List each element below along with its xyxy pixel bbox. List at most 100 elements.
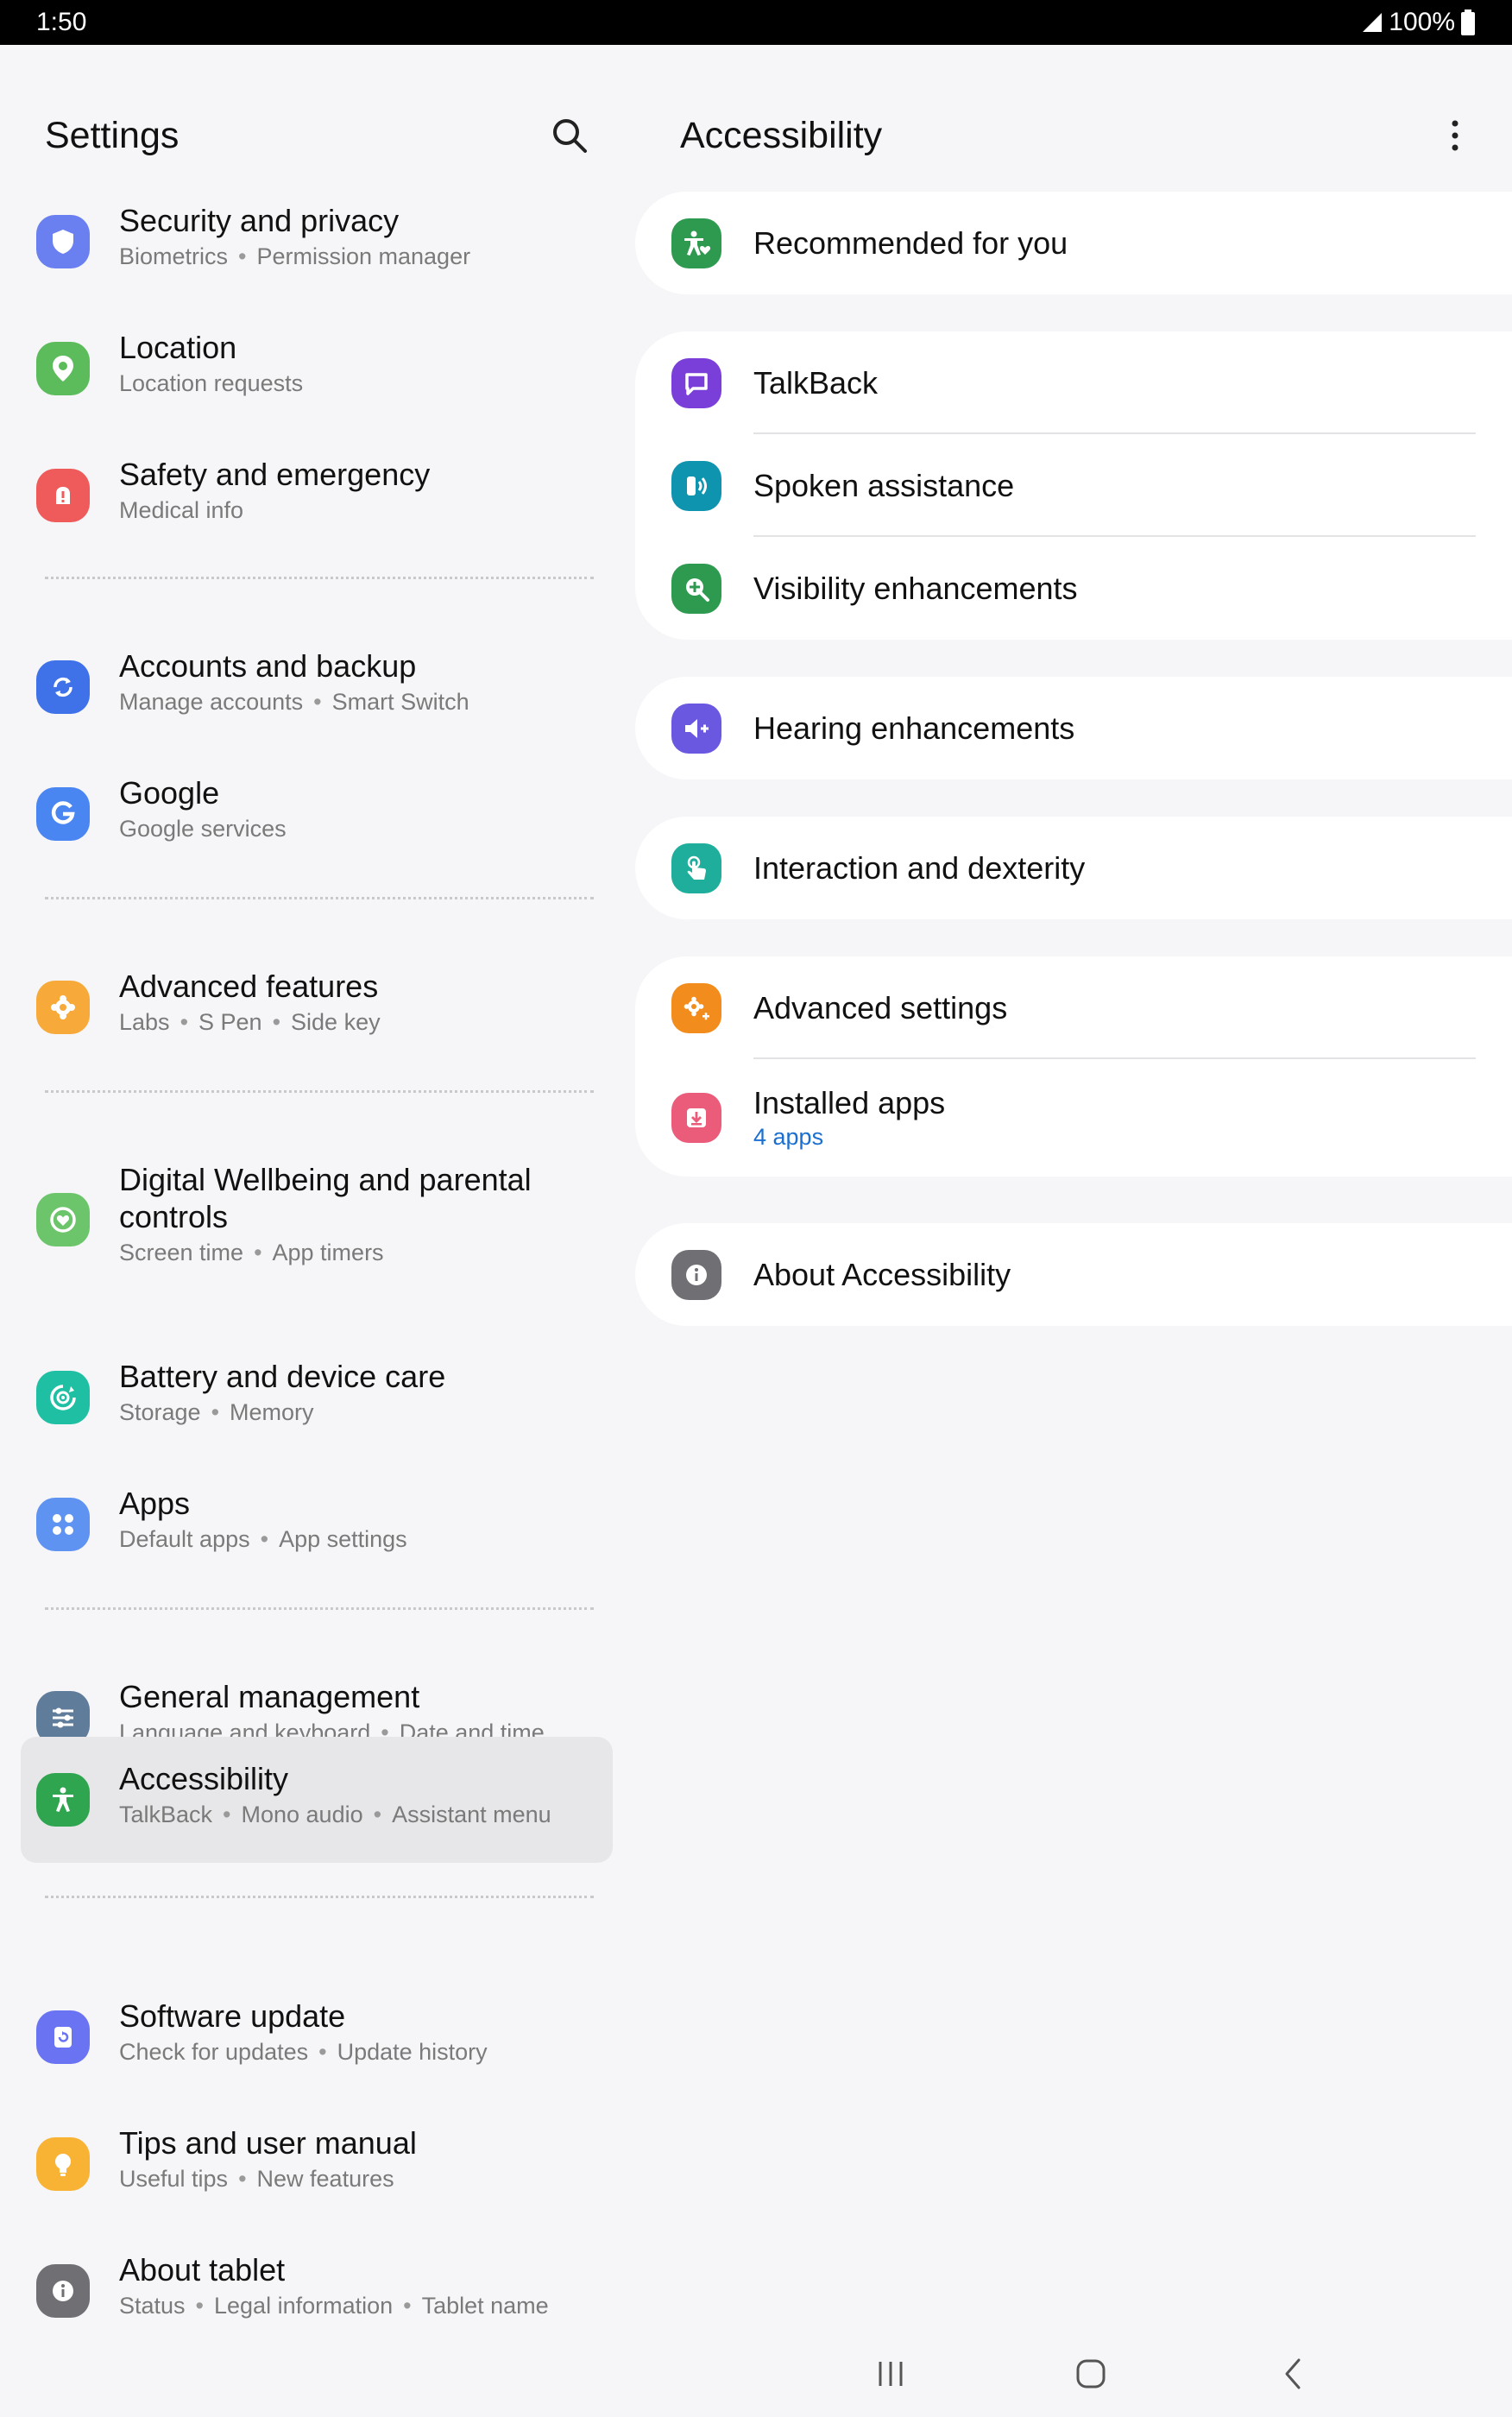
settings-item-title: Battery and device care [119, 1359, 446, 1394]
settings-item-subtitle: Location requests [119, 370, 304, 396]
settings-item-title: Safety and emergency [119, 457, 431, 492]
recent-apps-button[interactable] [856, 2348, 925, 2400]
spoken-assistance-icon [671, 460, 721, 511]
settings-item-subtitle: Biometrics • Permission manager [119, 243, 471, 269]
row-title: About Accessibility [753, 1256, 1011, 1292]
accessibility-header: Accessibility [680, 105, 1483, 166]
settings-title: Settings [45, 114, 180, 156]
settings-item-subtitle: Storage • Memory [119, 1399, 314, 1425]
navigation-bar [0, 2331, 1512, 2417]
settings-item-subtitle: Status • Legal information • Tablet name [119, 2293, 549, 2319]
accessibility-person-icon [36, 1773, 90, 1827]
card-hearing: Hearing enhancements [635, 677, 1512, 779]
back-button[interactable] [1258, 2348, 1327, 2400]
settings-item-subtitle: Default apps • App settings [119, 1526, 407, 1552]
installed-apps-icon [671, 1093, 721, 1143]
hearing-speaker-icon [671, 703, 721, 754]
settings-item-subtitle: Labs • S Pen • Side key [119, 1009, 381, 1035]
card-interaction: Interaction and dexterity [635, 817, 1512, 919]
status-indicators: 100% [1361, 8, 1476, 37]
row-title: Hearing enhancements [753, 710, 1075, 746]
installed-apps-count: 4 apps [753, 1124, 824, 1150]
card-recommended: Recommended for you [635, 192, 1512, 294]
row-recommended-for-you[interactable]: Recommended for you [635, 192, 1512, 294]
more-vertical-icon [1452, 120, 1458, 151]
location-pin-icon [36, 342, 90, 395]
settings-item-title: Apps [119, 1486, 191, 1521]
info-icon [36, 2264, 90, 2318]
google-g-icon [36, 787, 90, 841]
row-hearing-enhancements[interactable]: Hearing enhancements [635, 677, 1512, 779]
row-visibility-enhancements[interactable]: Visibility enhancements [635, 537, 1512, 640]
card-about: About Accessibility [635, 1223, 1512, 1326]
row-about-accessibility[interactable]: About Accessibility [635, 1223, 1512, 1326]
settings-item-accessibility[interactable]: Accessibility TalkBack • Mono audio • Assist… [21, 1737, 613, 1863]
row-talkback[interactable]: TalkBack [635, 331, 1512, 434]
search-icon [553, 119, 587, 153]
accessibility-person-icon [671, 218, 721, 268]
status-bar: 1:50 100% [0, 0, 1512, 45]
settings-item-subtitle: Manage accounts • Smart Switch [119, 689, 469, 715]
settings-item-advanced-features[interactable]: Advanced features Labs • S Pen • Side key [21, 954, 613, 1061]
recent-apps-icon [879, 2362, 903, 2386]
talkback-icon [671, 357, 721, 408]
settings-item-subtitle: Check for updates • Update history [119, 2039, 488, 2065]
settings-item-accounts-and-backup[interactable]: Accounts and backup Manage accounts • Smar… [21, 634, 613, 741]
page-title: Accessibility [680, 114, 883, 156]
back-chevron-icon [1285, 2358, 1301, 2389]
card-advanced: Advanced settings Installed apps 4 apps [635, 956, 1512, 1177]
battery-icon [1461, 9, 1475, 35]
settings-item-battery-and-device-care[interactable]: Battery and device care Storage • Memory [21, 1344, 613, 1451]
more-options-button[interactable] [1427, 108, 1483, 163]
safety-alert-icon [36, 469, 90, 522]
section-divider [45, 1090, 594, 1093]
section-divider [45, 577, 594, 579]
row-installed-apps[interactable]: Installed apps 4 apps [635, 1059, 1512, 1177]
device-care-icon [36, 1371, 90, 1424]
settings-item-security-and-privacy[interactable]: Security and privacy Biometrics • Permissi… [21, 188, 613, 295]
settings-item-subtitle: Screen time • App timers [119, 1240, 384, 1265]
advanced-features-gear-icon [36, 981, 90, 1034]
row-interaction-and-dexterity[interactable]: Interaction and dexterity [635, 817, 1512, 919]
settings-item-title: Software update [119, 1998, 346, 2034]
row-title: Installed apps [753, 1085, 946, 1120]
row-title: Spoken assistance [753, 467, 1015, 503]
settings-item-apps[interactable]: Apps Default apps • App settings [21, 1471, 613, 1578]
settings-item-title: Google [119, 775, 220, 811]
magnifier-plus-icon [671, 563, 721, 614]
advanced-gear-icon [671, 982, 721, 1033]
wellbeing-heart-icon [36, 1193, 90, 1246]
row-spoken-assistance[interactable]: Spoken assistance [635, 434, 1512, 537]
settings-item-digital-wellbeing[interactable]: Digital Wellbeing and parental controls … [21, 1147, 613, 1292]
settings-item-tips-and-user-manual[interactable]: Tips and user manual Useful tips • New fea… [21, 2111, 613, 2218]
home-button[interactable] [1056, 2348, 1125, 2400]
search-button[interactable] [542, 108, 597, 163]
settings-item-subtitle: TalkBack • Mono audio • Assistant menu [119, 1802, 551, 1827]
row-title: TalkBack [753, 364, 879, 401]
settings-item-subtitle: Useful tips • New features [119, 2166, 394, 2192]
row-advanced-settings[interactable]: Advanced settings [635, 956, 1512, 1059]
software-update-icon [36, 2010, 90, 2064]
card-vision-speech: TalkBack Spoken assistance Visibility en… [635, 331, 1512, 640]
settings-item-title: About tablet [119, 2252, 286, 2288]
section-divider [45, 897, 594, 899]
settings-item-about-tablet[interactable]: About tablet Status • Legal information • Ta… [21, 2237, 613, 2344]
row-title: Advanced settings [753, 989, 1008, 1025]
lightbulb-icon [36, 2137, 90, 2191]
section-divider [45, 1607, 594, 1610]
settings-item-title: Security and privacy [119, 203, 400, 238]
section-divider [45, 1896, 594, 1898]
settings-item-google[interactable]: Google Google services [21, 760, 613, 868]
settings-item-software-update[interactable]: Software update Check for updates • Update… [21, 1984, 613, 2091]
row-title: Interaction and dexterity [753, 849, 1086, 886]
settings-item-safety-and-emergency[interactable]: Safety and emergency Medical info [21, 442, 613, 549]
battery-percent: 100% [1389, 8, 1455, 36]
settings-item-title: Accounts and backup [119, 648, 417, 684]
status-time: 1:50 [36, 8, 87, 36]
security-shield-icon [36, 215, 90, 268]
settings-list-pane: Settings Security and privacy Biometrics… [0, 45, 623, 2319]
settings-item-location[interactable]: Location Location requests [21, 315, 613, 422]
row-title: Recommended for you [753, 224, 1068, 261]
settings-item-title: Location [119, 330, 237, 365]
signal-icon [1363, 13, 1383, 32]
